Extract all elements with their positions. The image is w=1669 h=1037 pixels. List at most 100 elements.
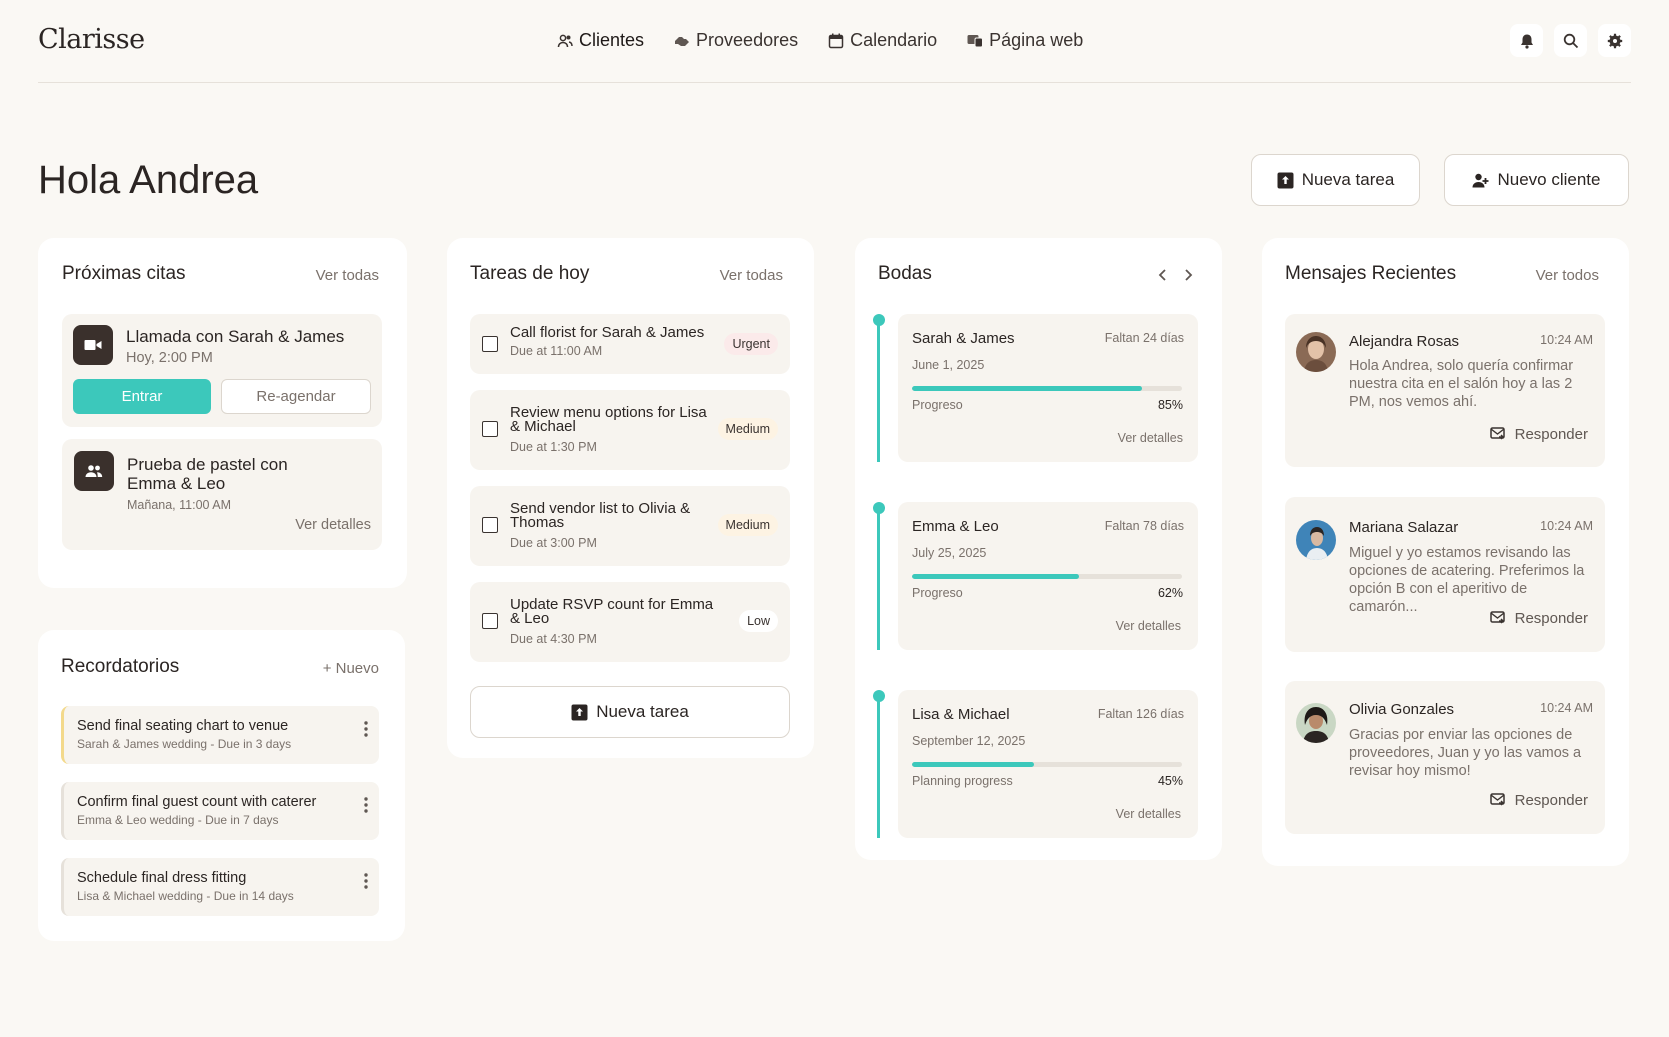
progress-bar: [912, 386, 1182, 391]
chevron-left-icon: [1158, 269, 1166, 281]
nav-item-pagina-web[interactable]: Página web: [967, 30, 1083, 51]
new-reminder-link[interactable]: + Nuevo: [323, 660, 379, 677]
reminders-card: Recordatorios + Nuevo Send final seating…: [38, 630, 405, 941]
new-task-inline-label: Nueva tarea: [596, 702, 689, 721]
messages-view-all-link[interactable]: Ver todos: [1536, 267, 1599, 284]
top-icon-group: [1510, 24, 1631, 57]
timeline-line: [877, 696, 880, 838]
reply-label: Responder: [1514, 792, 1588, 809]
reply-button[interactable]: Responder: [1489, 610, 1588, 627]
appointment-title: Llamada con Sarah & James: [126, 327, 345, 346]
main-nav: Clientes Proveedores Calendario Página w…: [557, 30, 1083, 51]
reminder-item[interactable]: Schedule final dress fitting Lisa & Mich…: [61, 858, 379, 916]
app-logo[interactable]: Clarisse: [38, 24, 145, 55]
appointment-time: Mañana, 11:00 AM: [127, 498, 232, 512]
more-options-icon[interactable]: [363, 796, 369, 814]
more-options-icon[interactable]: [363, 872, 369, 890]
task-title: Send vendor list to Olivia & Thomas: [510, 500, 691, 531]
reply-label: Responder: [1514, 610, 1588, 627]
progress-fill: [912, 574, 1080, 579]
timeline-dot: [873, 314, 885, 326]
messages-card: Mensajes Recientes Ver todos Alejandra R…: [1262, 238, 1629, 866]
chevron-right-icon: [1185, 269, 1193, 281]
page-title: Hola Andrea: [38, 158, 259, 202]
wedding-date: July 25, 2025: [912, 546, 987, 560]
wedding-item[interactable]: Emma & Leo Faltan 78 días July 25, 2025 …: [898, 502, 1198, 650]
notifications-button[interactable]: [1510, 24, 1543, 57]
task-title: Review menu options for Lisa & Michael: [510, 404, 707, 435]
nav-item-proveedores[interactable]: Proveedores: [674, 30, 798, 51]
reply-button[interactable]: Responder: [1489, 792, 1588, 809]
appointments-card: Próximas citas Ver todas Llamada con Sar…: [38, 238, 407, 588]
progress-fill: [912, 762, 1034, 767]
reply-button[interactable]: Responder: [1489, 426, 1588, 443]
wedding-item[interactable]: Sarah & James Faltan 24 días June 1, 202…: [898, 314, 1198, 462]
wedding-days-left: Faltan 78 días: [1104, 519, 1184, 533]
search-button[interactable]: [1554, 24, 1587, 57]
new-task-button[interactable]: Nueva tarea: [1251, 154, 1420, 206]
appointment-item: Prueba de pastel con Emma & Leo Mañana, …: [62, 439, 382, 550]
new-task-inline-button[interactable]: Nueva tarea: [470, 686, 790, 738]
timeline-line: [877, 508, 880, 650]
card-title: Próximas citas: [62, 263, 186, 284]
task-due: Due at 11:00 AM: [510, 344, 603, 358]
reminder-item[interactable]: Confirm final guest count with caterer E…: [61, 782, 379, 840]
task-checkbox[interactable]: [482, 336, 498, 352]
message-item[interactable]: Olivia Gonzales 10:24 AM Gracias por env…: [1285, 681, 1605, 834]
task-item: Review menu options for Lisa & Michael D…: [470, 390, 790, 470]
wedding-details-link[interactable]: Ver detalles: [1116, 619, 1181, 633]
timeline-line: [877, 320, 880, 462]
add-user-icon: [1472, 173, 1489, 187]
task-due: Due at 1:30 PM: [510, 440, 597, 454]
reschedule-button[interactable]: Re-agendar: [221, 379, 371, 414]
new-client-label: Nuevo cliente: [1497, 170, 1601, 189]
settings-button[interactable]: [1598, 24, 1631, 57]
top-bar: Clarisse Clientes Proveedores Calendario…: [38, 0, 1631, 83]
message-sender: Olivia Gonzales: [1349, 701, 1455, 718]
more-options-icon[interactable]: [363, 720, 369, 738]
appointment-details-link[interactable]: Ver detalles: [295, 517, 371, 533]
next-button[interactable]: [1179, 266, 1197, 284]
progress-percent: 62%: [1157, 586, 1183, 600]
task-title: Call florist for Sarah & James: [510, 324, 705, 341]
wedding-name: Lisa & Michael: [912, 706, 1010, 723]
wedding-details-link[interactable]: Ver detalles: [1116, 807, 1181, 821]
join-button[interactable]: Entrar: [73, 379, 211, 414]
calendar-icon: [828, 33, 844, 48]
nav-item-clientes[interactable]: Clientes: [557, 30, 644, 51]
nav-label: Clientes: [579, 30, 645, 50]
task-checkbox[interactable]: [482, 613, 498, 629]
wedding-name: Emma & Leo: [912, 518, 999, 535]
appointments-view-all-link[interactable]: Ver todas: [316, 267, 379, 284]
task-checkbox[interactable]: [482, 421, 498, 437]
wedding-name: Sarah & James: [912, 330, 1015, 347]
reminder-title: Confirm final guest count with caterer: [77, 794, 317, 810]
appointment-time: Hoy, 2:00 PM: [126, 350, 213, 366]
progress-percent: 45%: [1157, 774, 1183, 788]
progress-bar: [912, 762, 1182, 767]
progress-percent: 85%: [1157, 398, 1183, 412]
reminder-item[interactable]: Send final seating chart to venue Sarah …: [61, 706, 379, 764]
reply-icon: [1489, 427, 1505, 440]
prev-button[interactable]: [1154, 266, 1172, 284]
task-checkbox[interactable]: [482, 517, 498, 533]
users-icon: [557, 34, 573, 47]
progress-label: Progreso: [912, 586, 963, 600]
message-time: 10:24 AM: [1540, 519, 1593, 533]
avatar: [1296, 332, 1336, 372]
wedding-date: September 12, 2025: [912, 734, 1026, 748]
priority-badge: Medium: [717, 514, 778, 536]
message-item[interactable]: Mariana Salazar 10:24 AM Miguel y yo est…: [1285, 497, 1605, 652]
message-item[interactable]: Alejandra Rosas 10:24 AM Hola Andrea, so…: [1285, 314, 1605, 467]
wedding-details-link[interactable]: Ver detalles: [1118, 431, 1183, 445]
tasks-view-all-link[interactable]: Ver todas: [720, 267, 783, 284]
task-due: Due at 3:00 PM: [510, 536, 597, 550]
tasks-card: Tareas de hoy Ver todas Call florist for…: [447, 238, 814, 758]
task-item: Update RSVP count for Emma & Leo Due at …: [470, 582, 790, 662]
reply-icon: [1489, 793, 1505, 806]
new-client-button[interactable]: Nuevo cliente: [1444, 154, 1629, 206]
card-title: Recordatorios: [61, 656, 180, 677]
group-icon: [85, 465, 103, 477]
nav-item-calendario[interactable]: Calendario: [828, 30, 937, 51]
wedding-item[interactable]: Lisa & Michael Faltan 126 días September…: [898, 690, 1198, 838]
